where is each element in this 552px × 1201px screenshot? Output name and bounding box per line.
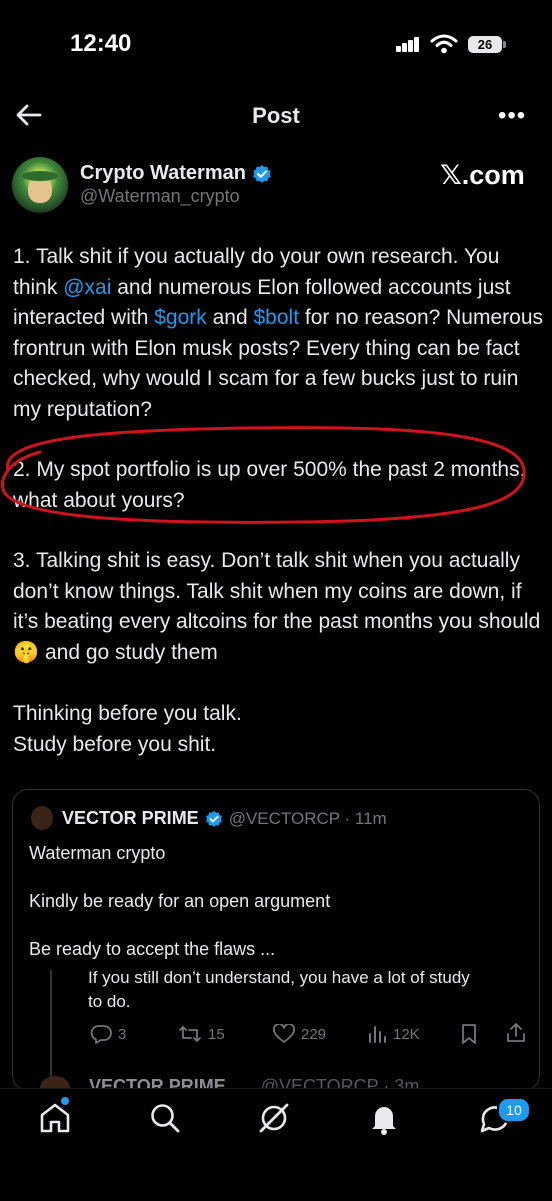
post-paragraph-3: 3. Talking shit is easy. Don’t talk shit…: [13, 546, 543, 668]
cashtag-link[interactable]: $gork: [154, 306, 207, 329]
text-line: Study before you shit.: [13, 732, 217, 756]
more-options-icon[interactable]: •••: [498, 102, 526, 130]
wifi-icon: [430, 34, 458, 54]
quote-author-name[interactable]: VECTOR PRIME: [62, 808, 199, 829]
quote-author-avatar[interactable]: [31, 806, 53, 830]
verified-badge-icon: [253, 164, 271, 183]
mention-link[interactable]: @xai: [63, 276, 111, 299]
share-icon[interactable]: [505, 1022, 527, 1044]
views-count: 12K: [393, 1025, 420, 1043]
like-action[interactable]: 229: [273, 1024, 326, 1044]
author-avatar[interactable]: [12, 157, 68, 213]
thread-connector-line: [50, 970, 52, 1088]
author-name[interactable]: Crypto Waterman: [80, 162, 246, 185]
home-icon[interactable]: [37, 1100, 73, 1136]
grok-icon[interactable]: [256, 1100, 292, 1136]
reply-text-line: If you still don’t understand, you have …: [88, 968, 470, 987]
reply-icon: [90, 1025, 112, 1044]
battery-indicator: 26: [468, 36, 502, 53]
repost-count: 15: [208, 1025, 225, 1043]
text-segment: 3. Talking shit is easy. Don’t talk shit…: [13, 549, 541, 633]
text-line: Thinking before you talk.: [13, 702, 242, 725]
repost-action[interactable]: 15: [178, 1024, 225, 1044]
search-icon[interactable]: [147, 1100, 183, 1136]
heart-icon: [273, 1024, 295, 1043]
reply-action[interactable]: 3: [90, 1024, 126, 1044]
quote-text-line: Waterman crypto: [29, 843, 166, 863]
home-notification-dot: [61, 1097, 69, 1105]
reply-text-line: to do.: [88, 992, 131, 1011]
post-paragraph-2: 2. My spot portfolio is up over 500% the…: [13, 458, 526, 512]
cashtag-link[interactable]: $bolt: [254, 306, 300, 329]
like-count: 229: [301, 1025, 327, 1043]
quote-text-line: Kindly be ready for an open argument: [29, 891, 331, 911]
bookmark-icon[interactable]: [459, 1023, 479, 1045]
post-paragraph-4: Thinking before you talk. Study before yo…: [13, 699, 543, 760]
post-paragraph-1: 1. Talk shit if you actually do your own…: [13, 242, 543, 425]
quote-author-row[interactable]: VECTOR PRIME @VECTORCP · 11m: [62, 808, 387, 829]
reply-count: 3: [118, 1025, 127, 1043]
signal-icon: [396, 36, 422, 54]
battery-tip: [503, 41, 506, 48]
repost-icon: [179, 1026, 201, 1042]
text-segment: and go study them: [39, 640, 218, 664]
author-name-row[interactable]: Crypto Waterman: [80, 162, 272, 185]
notifications-bell-icon[interactable]: [366, 1100, 402, 1136]
author-handle[interactable]: @Waterman_crypto: [80, 186, 240, 207]
messages-badge: 10: [497, 1097, 531, 1123]
watermark-logo: 𝕏.com: [440, 160, 525, 190]
shushing-face-emoji: 🤫: [13, 640, 40, 664]
text-segment: and: [206, 306, 254, 329]
status-time: 12:40: [70, 30, 132, 57]
page-title: Post: [252, 103, 300, 128]
quote-text-line: Be ready to accept the flaws ...: [29, 939, 276, 959]
verified-badge-icon: [205, 810, 222, 827]
views-action[interactable]: 12K: [367, 1024, 420, 1044]
views-icon: [369, 1026, 386, 1043]
quote-author-meta: @VECTORCP · 11m: [228, 808, 387, 828]
